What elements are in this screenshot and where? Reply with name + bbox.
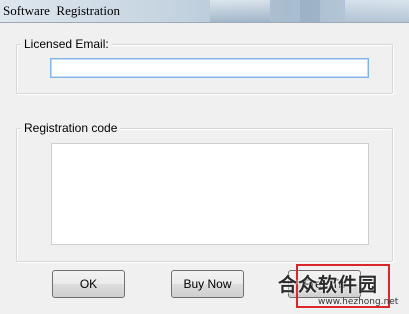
buy-now-button[interactable]: Buy Now xyxy=(171,270,244,298)
window-title: Software Registration xyxy=(3,3,120,18)
registration-code-input[interactable] xyxy=(51,143,369,245)
ok-button[interactable]: OK xyxy=(52,270,125,298)
registration-code-label: Registration code xyxy=(21,121,121,135)
title-bar-backdrop xyxy=(300,0,320,22)
watermark-url: www.hezhong.net xyxy=(318,297,399,307)
title-bar[interactable]: Software Registration xyxy=(0,0,409,22)
title-bar-backdrop xyxy=(210,0,270,22)
licensed-email-label: Licensed Email: xyxy=(21,37,112,51)
licensed-email-input[interactable] xyxy=(50,58,369,78)
title-bar-backdrop xyxy=(345,0,409,22)
watermark-logo: 合众软件园 xyxy=(278,274,379,296)
